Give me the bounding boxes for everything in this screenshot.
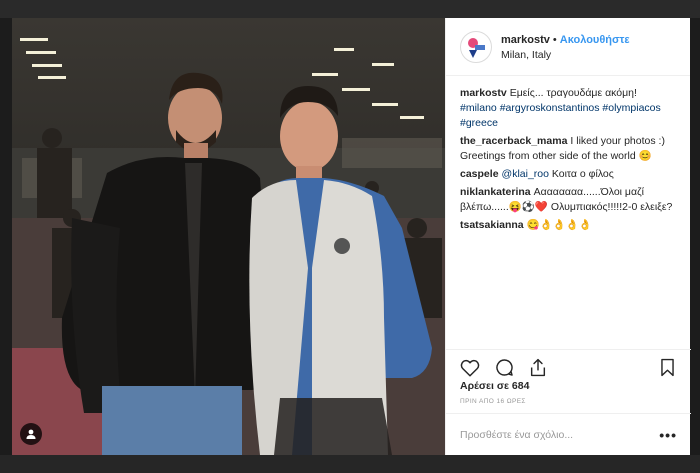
caption: markostv Εμείς... τραγουδάμε ακόμη! #mila… — [460, 86, 676, 131]
post-photo[interactable] — [12, 18, 445, 455]
list-item: caspele @klai_roo Κοιτα ο φίλος — [460, 167, 676, 182]
follow-button[interactable]: Ακολουθήστε — [560, 34, 630, 46]
heart-icon[interactable] — [460, 358, 480, 378]
backdrop-top — [0, 0, 700, 18]
comment-username[interactable]: niklankaterina — [460, 186, 531, 198]
photo-illustration — [12, 18, 445, 455]
post-timestamp[interactable]: ΠΡΙΝ ΑΠΟ 16 ΩΡΕΣ — [460, 398, 526, 405]
comment-username[interactable]: tsatsakianna — [460, 219, 524, 231]
list-item: niklankaterina Αααααααα......Όλοι μαζί βλ… — [460, 185, 676, 215]
comment-mention[interactable]: @klai_roo — [502, 168, 549, 180]
add-comment-field[interactable]: Προσθέστε ένα σχόλιο... ••• — [446, 413, 691, 455]
post-sidebar: markostv • Ακολουθήστε Milan, Italy markos… — [445, 18, 691, 455]
comment-text: 😋👌👌👌👌 — [526, 219, 592, 231]
post-location[interactable]: Milan, Italy — [501, 48, 630, 63]
caption-text: Εμείς... τραγουδάμε ακόμη! — [509, 87, 637, 99]
list-item: tsatsakianna 😋👌👌👌👌 — [460, 218, 676, 233]
comment-username[interactable]: caspele — [460, 168, 499, 180]
post-modal: markostv • Ακολουθήστε Milan, Italy markos… — [12, 18, 691, 455]
bookmark-icon[interactable] — [657, 358, 677, 378]
more-options-icon[interactable]: ••• — [659, 427, 677, 443]
comment-icon[interactable] — [494, 358, 514, 378]
separator-dot: • — [552, 33, 557, 46]
share-icon[interactable] — [528, 358, 548, 378]
add-comment-placeholder[interactable]: Προσθέστε ένα σχόλιο... — [460, 429, 573, 441]
likes-count[interactable]: Αρέσει σε 684 — [460, 380, 529, 392]
post-username[interactable]: markostv — [501, 34, 550, 46]
caption-hashtags[interactable]: #milano #argyroskonstantinos #olympiacos… — [460, 101, 676, 131]
comment-text: Κοιτα ο φίλος — [548, 168, 614, 180]
comment-username[interactable]: the_racerback_mama — [460, 135, 567, 147]
list-item: the_racerback_mama I liked your photos :)… — [460, 134, 676, 164]
comments-list: markostv Εμείς... τραγουδάμε ακόμη! #mila… — [446, 76, 690, 233]
avatar[interactable] — [460, 30, 492, 63]
caption-username[interactable]: markostv — [460, 87, 507, 99]
tag-person-icon[interactable] — [20, 423, 42, 445]
backdrop-bottom — [0, 455, 700, 473]
post-header: markostv • Ακολουθήστε Milan, Italy — [446, 18, 690, 76]
